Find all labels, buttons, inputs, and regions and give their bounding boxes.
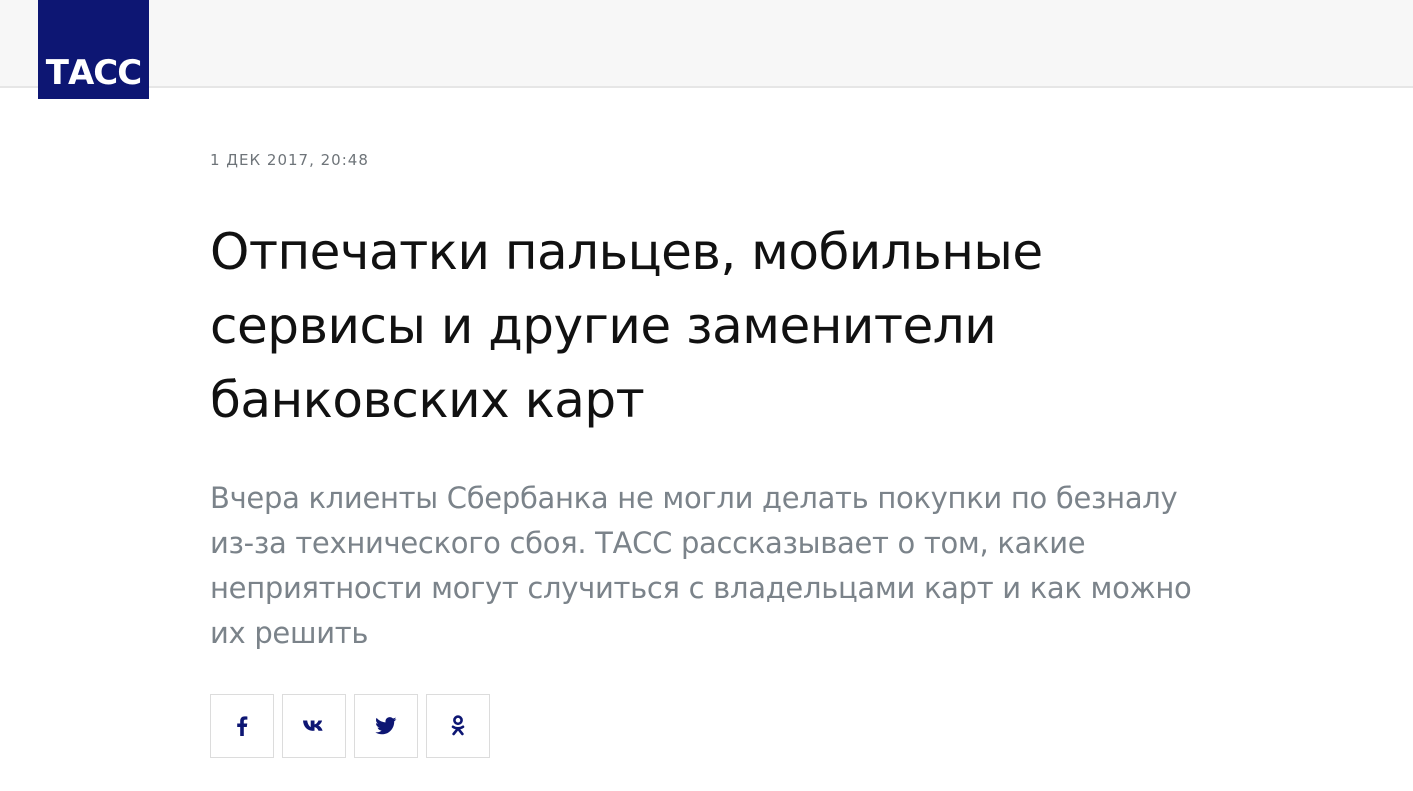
share-facebook-button[interactable] (210, 694, 274, 758)
twitter-icon (375, 717, 397, 735)
article-date: 1 ДЕК 2017, 20:48 (210, 151, 369, 169)
share-buttons (210, 694, 490, 758)
facebook-icon (236, 716, 248, 736)
vk-icon (302, 719, 326, 733)
share-odnoklassniki-button[interactable] (426, 694, 490, 758)
article-title: Отпечатки пальцев, мобильные сервисы и д… (210, 223, 1043, 429)
share-twitter-button[interactable] (354, 694, 418, 758)
top-bar (0, 0, 1413, 88)
logo-text: ТАСС (45, 53, 142, 93)
article-lead: Вчера клиенты Сбербанка не могли делать … (210, 481, 1192, 650)
tass-logo[interactable]: ТАСС (38, 0, 149, 99)
odnoklassniki-icon (451, 715, 465, 737)
share-vk-button[interactable] (282, 694, 346, 758)
